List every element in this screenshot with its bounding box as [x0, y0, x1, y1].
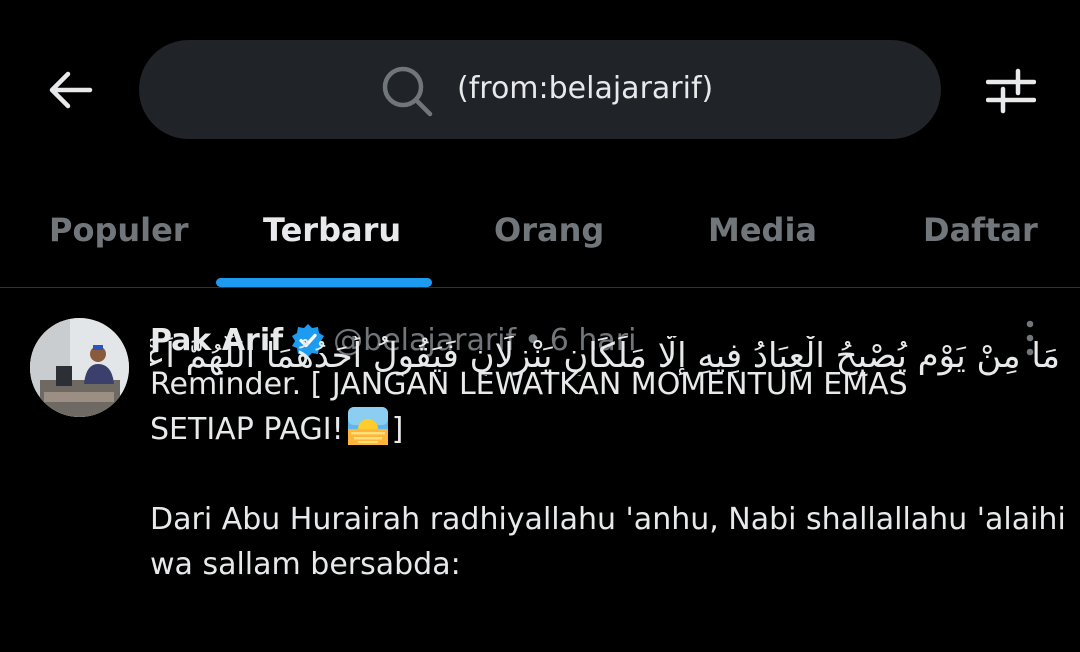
tweet-line: Dari Abu Hurairah radhiyallahu 'anhu, Na… [150, 502, 1066, 537]
avatar[interactable] [30, 318, 129, 417]
tweet-line: SETIAP PAGI! ] [150, 407, 1060, 452]
tab-media[interactable]: Media [648, 180, 864, 288]
tab-terbaru[interactable]: Terbaru [216, 180, 432, 288]
arrow-left-icon [49, 71, 93, 109]
search-tabs: Populer Terbaru Orang Media Daftar [0, 180, 1080, 288]
tweet-text: Reminder. [ JANGAN LEWATKAN MOMENTUM EMA… [150, 362, 1066, 587]
tab-label: Media [708, 211, 818, 249]
tweet-line-text: SETIAP PAGI! [150, 412, 344, 447]
filter-button[interactable] [980, 62, 1042, 118]
sunrise-icon [347, 407, 388, 445]
tab-orang[interactable]: Orang [432, 180, 648, 288]
active-tab-indicator [216, 278, 432, 287]
search-input[interactable]: (from:belajararif) [139, 40, 941, 139]
tab-populer[interactable]: Populer [0, 180, 216, 288]
avatar-photo [30, 318, 129, 417]
tab-label: Orang [494, 211, 605, 249]
sliders-icon [986, 68, 1036, 114]
back-button[interactable] [40, 62, 100, 118]
tab-label: Daftar [923, 211, 1038, 249]
tweet-line: wa sallam bersabda: [150, 547, 461, 582]
tweet-arabic-text: مَا مِنْ يَوْمٍ يُصْبِحُ الْعِبَادُ فِيه… [150, 336, 1060, 376]
search-query: (from:belajararif) [457, 71, 714, 106]
tab-label: Populer [49, 211, 189, 249]
tweet-line-text: ] [391, 412, 404, 447]
top-bar: (from:belajararif) [0, 0, 1080, 180]
tab-label: Terbaru [263, 211, 402, 249]
tab-daftar[interactable]: Daftar [864, 180, 1080, 288]
search-icon [382, 66, 433, 117]
